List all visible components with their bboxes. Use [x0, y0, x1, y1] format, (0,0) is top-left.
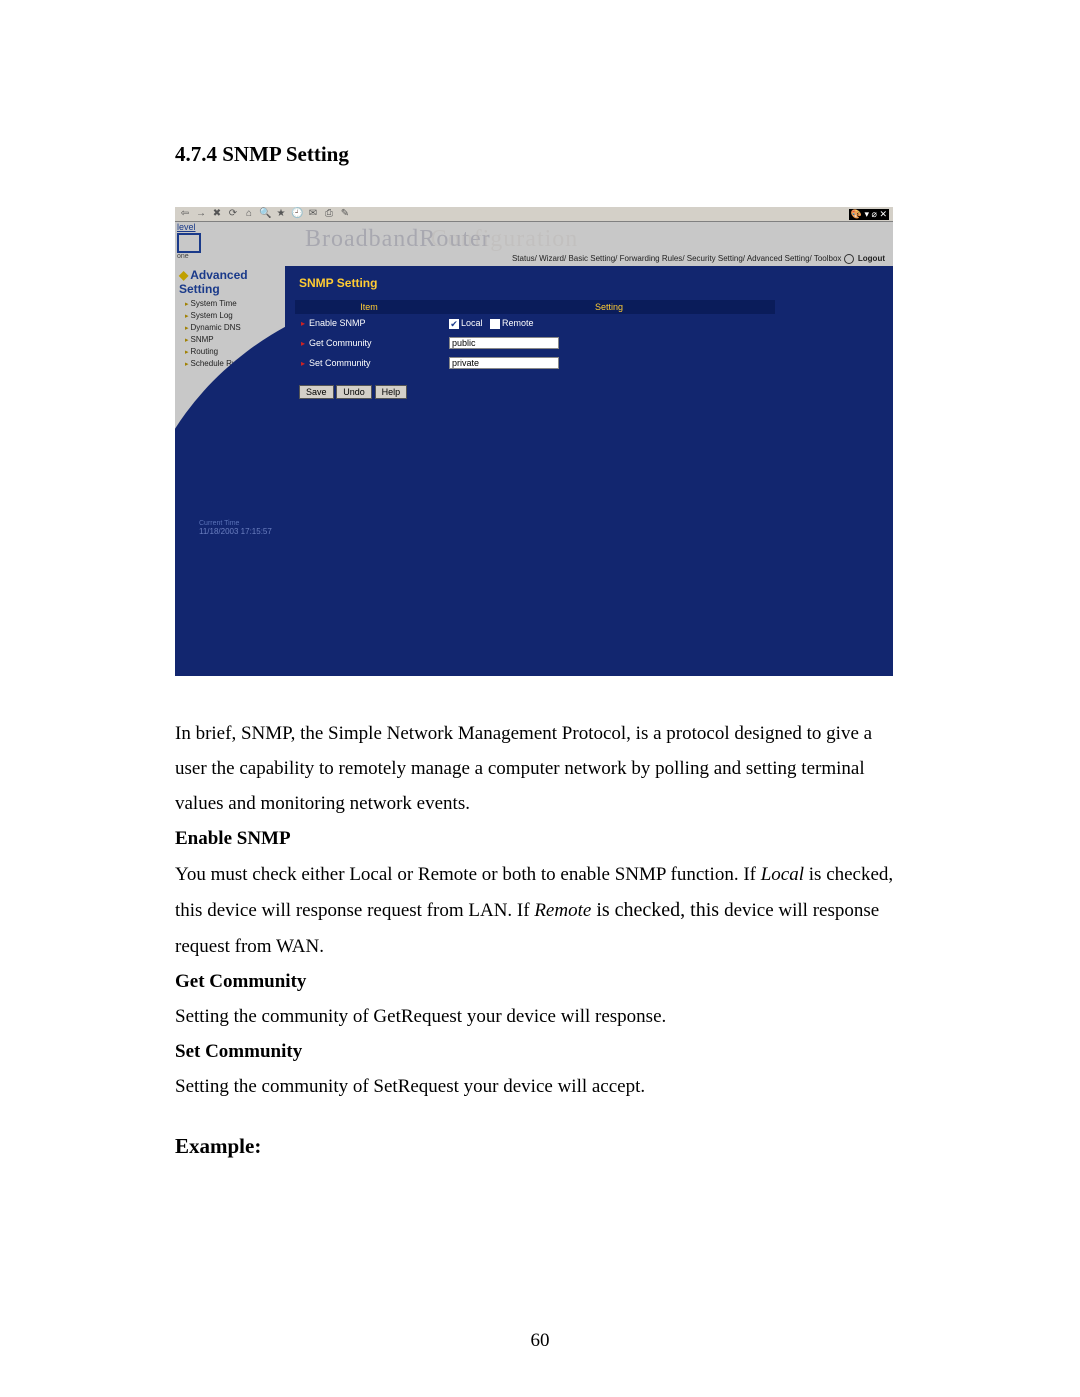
col-item: Item	[295, 300, 443, 314]
search-icon[interactable]: 🔍	[259, 208, 271, 220]
main-panel: SNMP Setting Item Setting ▸Enable SNMP ✔…	[285, 266, 893, 676]
browser-toolbar: ⇦ → ✖ ⟳ ⌂ 🔍 ★ 🕘 ✉ ⎙ ✎ 🎨 ▾ ⌀ ✕	[175, 207, 893, 222]
edit-icon[interactable]: ✎	[339, 208, 351, 220]
sidebar-item-system-log[interactable]: ▸System Log	[185, 310, 285, 322]
example-heading: Example:	[175, 1134, 905, 1159]
brand-logo: level one	[177, 222, 217, 260]
panel-heading: SNMP Setting	[299, 276, 883, 290]
set-community-input[interactable]	[449, 357, 559, 369]
breadcrumb: Status/ Wizard/ Basic Setting/ Forwardin…	[512, 254, 885, 264]
label-local: Local	[461, 318, 483, 328]
window-controls[interactable]: 🎨 ▾ ⌀ ✕	[849, 209, 889, 220]
section-heading: 4.7.4 SNMP Setting	[175, 142, 905, 167]
enable-snmp-paragraph: You must check either Local or Remote or…	[175, 857, 905, 964]
save-button[interactable]: Save	[299, 385, 334, 399]
enable-snmp-head: Enable SNMP	[175, 821, 905, 856]
label-remote: Remote	[502, 318, 534, 328]
mail-icon[interactable]: ✉	[307, 208, 319, 220]
sidebar-item-system-time[interactable]: ▸System Time	[185, 298, 285, 310]
crumb-basic[interactable]: Basic Setting	[568, 254, 615, 263]
sidebar-item-dynamic-dns[interactable]: ▸Dynamic DNS	[185, 322, 285, 334]
checkbox-remote[interactable]	[490, 319, 500, 329]
favorites-icon[interactable]: ★	[275, 208, 287, 220]
get-community-paragraph: Setting the community of GetRequest your…	[175, 999, 905, 1034]
sidebar-current-time: Current Time 11/18/2003 17:15:57	[199, 520, 272, 536]
row-enable-label: Enable SNMP	[309, 318, 366, 328]
router-title: BroadbandRouterConfiguration	[305, 226, 578, 253]
get-community-input[interactable]	[449, 337, 559, 349]
stop-icon[interactable]: ✖	[211, 208, 223, 220]
sidebar-heading: ◆Advanced Setting	[175, 266, 285, 296]
crumb-forwarding[interactable]: Forwarding Rules	[620, 254, 683, 263]
print-icon[interactable]: ⎙	[323, 208, 335, 220]
back-icon[interactable]: ⇦	[179, 208, 191, 220]
logout-link[interactable]: Logout	[858, 254, 885, 263]
intro-paragraph: In brief, SNMP, the Simple Network Manag…	[175, 716, 905, 821]
router-header: level one BroadbandRouterConfiguration S…	[175, 222, 893, 266]
set-community-head: Set Community	[175, 1034, 905, 1069]
undo-button[interactable]: Undo	[336, 385, 372, 399]
settings-table: Item Setting ▸Enable SNMP ✔Local Remote …	[295, 300, 775, 373]
sidebar: ◆Advanced Setting ▸System Time ▸System L…	[175, 266, 285, 676]
crumb-wizard[interactable]: Wizard	[539, 254, 564, 263]
crumb-security[interactable]: Security Setting	[687, 254, 743, 263]
logout-icon	[844, 254, 854, 264]
crumb-advanced[interactable]: Advanced Setting	[747, 254, 810, 263]
col-setting: Setting	[443, 300, 775, 314]
history-icon[interactable]: 🕘	[291, 208, 303, 220]
forward-icon[interactable]: →	[195, 208, 207, 220]
row-set-label: Set Community	[309, 358, 371, 368]
help-button[interactable]: Help	[375, 385, 408, 399]
checkbox-local[interactable]: ✔	[449, 319, 459, 329]
page-number: 60	[0, 1330, 1080, 1352]
home-icon[interactable]: ⌂	[243, 208, 255, 220]
document-body: In brief, SNMP, the Simple Network Manag…	[175, 716, 905, 1104]
refresh-icon[interactable]: ⟳	[227, 208, 239, 220]
get-community-head: Get Community	[175, 964, 905, 999]
row-get-label: Get Community	[309, 338, 372, 348]
set-community-paragraph: Setting the community of SetRequest your…	[175, 1069, 905, 1104]
router-screenshot: ⇦ → ✖ ⟳ ⌂ 🔍 ★ 🕘 ✉ ⎙ ✎ 🎨 ▾ ⌀ ✕ level one …	[175, 207, 893, 676]
crumb-status[interactable]: Status	[512, 254, 535, 263]
crumb-toolbox[interactable]: Toolbox	[814, 254, 842, 263]
